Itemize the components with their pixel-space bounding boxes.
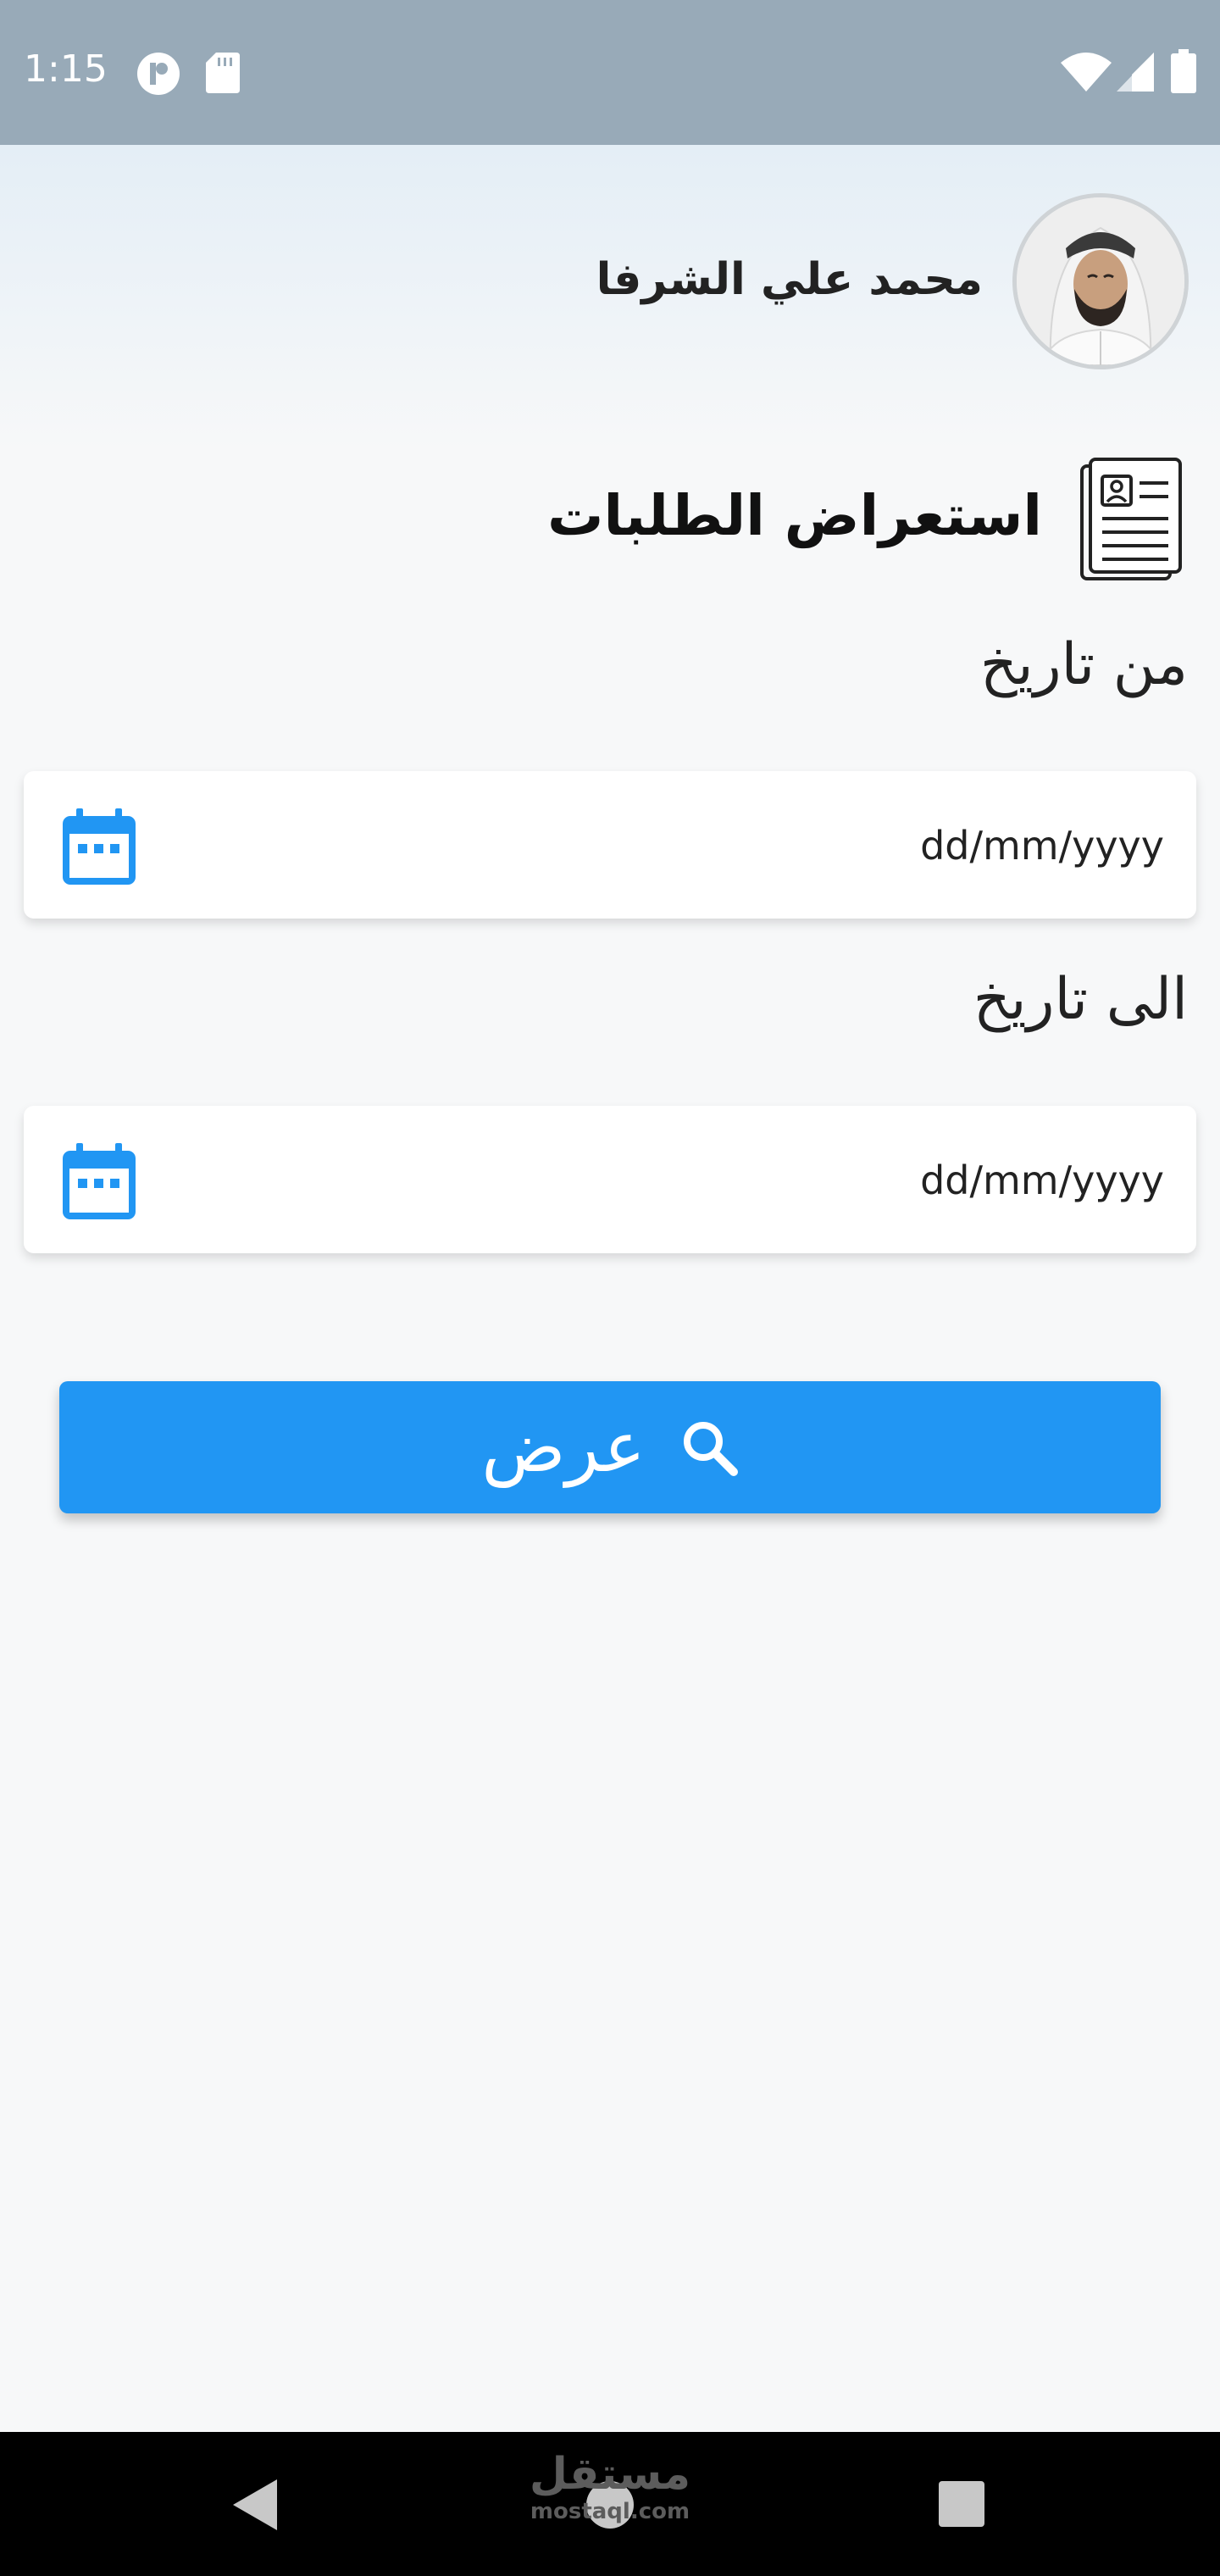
from-date-input[interactable]: [400, 805, 1166, 886]
status-time: 1:15: [24, 47, 108, 91]
document-list-icon: [1080, 458, 1182, 580]
status-bar: 1:15: [0, 0, 1220, 145]
to-date-field[interactable]: [24, 1106, 1196, 1253]
wifi-icon: [1061, 53, 1112, 92]
watermark: مستقل mostaql.com: [525, 2449, 695, 2525]
user-photo: [1017, 197, 1184, 365]
from-date-label: من تاريخ: [979, 631, 1188, 698]
page-title: استعراض الطلبات: [547, 483, 1042, 548]
user-name: محمد علي الشرفا: [596, 254, 983, 305]
calendar-icon[interactable]: [63, 808, 136, 885]
back-icon[interactable]: [233, 2479, 277, 2530]
recents-icon[interactable]: [939, 2481, 984, 2527]
battery-icon: [1171, 49, 1196, 93]
watermark-arabic: مستقل: [529, 2449, 691, 2500]
search-icon: [683, 1422, 738, 1476]
notification-app-icon: [137, 53, 180, 95]
view-button[interactable]: عرض: [59, 1381, 1161, 1513]
from-date-field[interactable]: [24, 771, 1196, 919]
view-button-label: عرض: [481, 1407, 646, 1488]
avatar[interactable]: [1012, 193, 1189, 369]
signal-icon: [1117, 53, 1154, 92]
sd-card-icon: [206, 53, 240, 93]
calendar-icon[interactable]: [63, 1143, 136, 1219]
to-date-label: الى تاريخ: [973, 966, 1188, 1033]
watermark-latin: mostaql.com: [530, 2499, 690, 2524]
to-date-input[interactable]: [400, 1140, 1166, 1221]
